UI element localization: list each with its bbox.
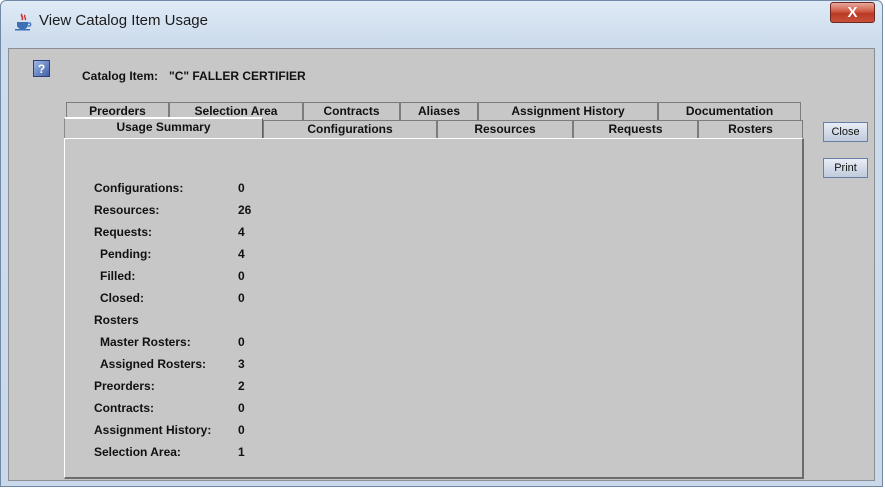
summary-value: 0 [238, 291, 245, 305]
summary-label: Resources: [94, 203, 160, 217]
close-button[interactable]: Close [823, 122, 868, 142]
summary-value: 0 [238, 269, 245, 283]
catalog-item-value: "C" FALLER CERTIFIER [169, 69, 306, 83]
close-icon: X [847, 4, 858, 21]
summary-value: 0 [238, 401, 245, 415]
summary-label: Preorders: [94, 379, 155, 393]
summary-value: 2 [238, 379, 245, 393]
summary-value: 0 [238, 335, 245, 349]
summary-label: Rosters [94, 313, 139, 327]
tab-aliases[interactable]: Aliases [400, 102, 478, 121]
window-title: View Catalog Item Usage [39, 12, 208, 29]
summary-label: Assignment History: [94, 423, 212, 437]
summary-value: 26 [238, 203, 252, 217]
summary-label: Requests: [94, 225, 153, 239]
summary-label: Contracts: [94, 401, 155, 415]
tab-label: Aliases [417, 104, 461, 118]
tab-resources[interactable]: Resources [437, 120, 573, 139]
tab-label: Contracts [323, 104, 380, 118]
summary-label: Configurations: [94, 181, 184, 195]
catalog-item-label: Catalog Item: [82, 69, 159, 83]
window-close-button[interactable]: X [830, 2, 875, 23]
tab-label: Assignment History [511, 104, 625, 118]
tab-documentation[interactable]: Documentation [658, 102, 801, 121]
summary-label: Filled: [100, 269, 136, 283]
print-button[interactable]: Print [823, 158, 868, 178]
dialog-content: ? Catalog Item: "C" FALLER CERTIFIER Pre… [8, 48, 875, 481]
summary-value: 0 [238, 181, 245, 195]
tab-configurations[interactable]: Configurations [263, 120, 437, 139]
tab-contracts[interactable]: Contracts [303, 102, 400, 121]
summary-label: Pending: [100, 247, 152, 261]
tab-rosters[interactable]: Rosters [698, 120, 803, 139]
tab-label: Documentation [685, 104, 774, 118]
title-bar[interactable]: View Catalog Item Usage X [1, 1, 882, 41]
tab-usage-summary[interactable]: Usage Summary [64, 117, 263, 139]
summary-value: 4 [238, 225, 245, 239]
summary-label: Closed: [100, 291, 145, 305]
summary-value: 0 [238, 423, 245, 437]
tab-label: Rosters [728, 122, 773, 136]
tab-assignment-history[interactable]: Assignment History [478, 102, 658, 121]
tab-label: Preorders [89, 104, 146, 118]
tab-label: Usage Summary [116, 120, 211, 134]
summary-label: Master Rosters: [100, 335, 191, 349]
summary-label: Selection Area: [94, 445, 181, 459]
tab-label: Selection Area [194, 104, 278, 118]
tab-label: Requests [608, 122, 663, 136]
tab-label: Configurations [307, 122, 393, 136]
java-cup-icon [15, 13, 32, 31]
summary-value: 1 [238, 445, 245, 459]
tab-label: Resources [474, 122, 536, 136]
summary-value: 4 [238, 247, 245, 261]
summary-label: Assigned Rosters: [100, 357, 207, 371]
summary-value: 3 [238, 357, 245, 371]
tab-requests[interactable]: Requests [573, 120, 698, 139]
help-icon[interactable]: ? [33, 60, 50, 77]
usage-summary-panel: Configurations: 0 Resources: 26 Requests: 4… [64, 138, 804, 479]
dialog-window: View Catalog Item Usage X ? Catalog Item… [0, 0, 883, 487]
